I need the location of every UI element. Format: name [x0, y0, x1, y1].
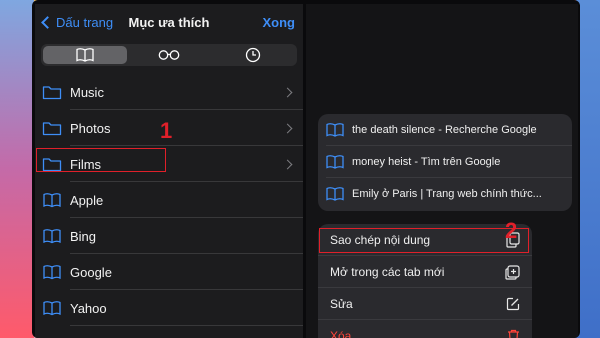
step-1-marker: 1 [160, 118, 173, 143]
book-icon [42, 192, 62, 208]
edit-icon [506, 297, 520, 311]
bookmark-label: Google [70, 264, 112, 280]
trash-icon [508, 329, 519, 338]
bookmark-label: Yahoo [70, 300, 107, 316]
delete-item[interactable]: Xóa [318, 320, 532, 338]
clock-icon [245, 47, 261, 63]
book-icon [326, 187, 344, 201]
suggestion-row[interactable]: money heist - Tìm trên Google [318, 146, 572, 178]
menu-item-label: Sửa [330, 297, 353, 311]
nav-bar: Dấu trang Mục ưa thích Xong [35, 4, 303, 40]
ipad-screen: Dấu trang Mục ưa thích Xong Music Photos… [32, 0, 580, 338]
book-icon [326, 155, 344, 169]
bookmark-row-yahoo[interactable]: Yahoo [35, 290, 303, 326]
context-menu: Sao chép nội dung Mở trong các tab mới S… [318, 224, 532, 338]
folder-icon [42, 120, 62, 136]
open-in-new-tabs-item[interactable]: Mở trong các tab mới [318, 256, 532, 288]
bookmark-preview-list: the death silence - Recherche Google mon… [318, 114, 572, 211]
tab-history[interactable] [211, 46, 295, 64]
suggestion-row[interactable]: Emily ở Paris | Trang web chính thức... [318, 178, 572, 210]
book-icon [42, 264, 62, 280]
bookmark-label: Photos [70, 120, 111, 136]
bookmark-row-music[interactable]: Music [35, 74, 303, 110]
book-icon [42, 228, 62, 244]
book-icon [76, 48, 94, 62]
chevron-right-icon [282, 123, 293, 133]
bookmark-label: Bing [70, 228, 97, 244]
tab-reading-list[interactable] [127, 46, 211, 64]
bookmark-row-google[interactable]: Google [35, 254, 303, 290]
suggestion-label: money heist - Tìm trên Google [352, 156, 501, 168]
folder-icon [42, 84, 62, 100]
bookmark-label: Films [70, 156, 102, 172]
glasses-icon [158, 50, 180, 60]
book-icon [326, 123, 344, 137]
book-icon [42, 300, 62, 316]
folder-icon [42, 156, 62, 172]
new-tab-icon [505, 264, 520, 280]
bookmark-row-apple[interactable]: Apple [35, 182, 303, 218]
copy-contents-item[interactable]: Sao chép nội dung [318, 224, 532, 256]
suggestion-row[interactable]: the death silence - Recherche Google [318, 114, 572, 146]
chevron-right-icon [282, 87, 293, 97]
edit-item[interactable]: Sửa [318, 288, 532, 320]
menu-item-label: Xóa [330, 329, 352, 338]
divider [70, 325, 303, 326]
tab-bookmarks[interactable] [43, 46, 127, 64]
bookmark-list: Music Photos Films Apple Bing Google Yah… [35, 74, 303, 326]
segmented-control [41, 44, 297, 66]
step-2-marker: 2 [505, 218, 518, 243]
menu-item-label: Mở trong các tab mới [330, 265, 445, 279]
done-button[interactable]: Xong [263, 15, 296, 30]
chevron-right-icon [282, 159, 293, 169]
suggestion-label: the death silence - Recherche Google [352, 124, 537, 136]
bookmark-label: Music [70, 84, 104, 100]
bookmark-row-bing[interactable]: Bing [35, 218, 303, 254]
bookmark-label: Apple [70, 192, 104, 208]
bookmark-row-films[interactable]: Films [35, 146, 303, 182]
suggestion-label: Emily ở Paris | Trang web chính thức... [352, 188, 542, 200]
wallpaper-left [0, 0, 34, 338]
bookmarks-panel: Dấu trang Mục ưa thích Xong Music Photos… [35, 4, 303, 338]
menu-item-label: Sao chép nội dung [330, 233, 431, 247]
